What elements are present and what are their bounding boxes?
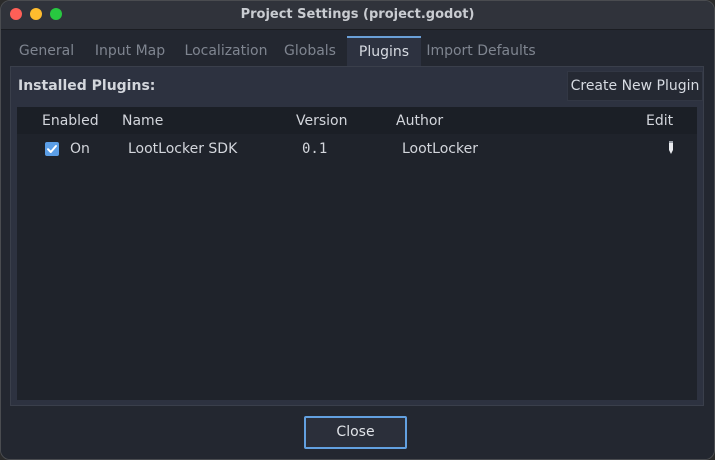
column-edit[interactable]: Edit xyxy=(646,113,673,129)
tab-globals[interactable]: Globals xyxy=(277,36,343,66)
title-bar: Project Settings (project.godot) xyxy=(1,1,714,30)
tab-input-map[interactable]: Input Map xyxy=(85,36,175,66)
tab-plugins[interactable]: Plugins xyxy=(347,36,421,66)
close-button[interactable]: Close xyxy=(304,416,407,449)
plugin-author: LootLocker xyxy=(402,141,478,157)
plugin-name: LootLocker SDK xyxy=(128,141,238,157)
project-settings-window: Project Settings (project.godot) General… xyxy=(0,0,715,460)
dialog-footer: Close xyxy=(1,406,714,459)
tab-import-defaults[interactable]: Import Defaults xyxy=(423,36,539,66)
create-new-plugin-button[interactable]: Create New Plugin xyxy=(567,71,703,101)
tab-general[interactable]: General xyxy=(10,36,83,66)
tab-localization[interactable]: Localization xyxy=(176,36,276,66)
plugin-version: 0.1 xyxy=(302,141,328,157)
plugins-list: Enabled Name Version Author Edit On Loot… xyxy=(17,107,697,400)
plugin-row[interactable]: On LootLocker SDK 0.1 LootLocker xyxy=(17,134,697,164)
installed-plugins-title: Installed Plugins: xyxy=(18,78,156,94)
enabled-checkbox[interactable] xyxy=(45,142,59,156)
plugins-list-header: Enabled Name Version Author Edit xyxy=(17,107,697,134)
column-version[interactable]: Version xyxy=(296,113,347,129)
checkmark-icon xyxy=(47,145,57,153)
column-name[interactable]: Name xyxy=(122,113,163,129)
plugins-panel: Installed Plugins: Create New Plugin Ena… xyxy=(10,66,704,406)
enabled-label: On xyxy=(70,141,90,157)
pencil-icon[interactable] xyxy=(665,140,677,156)
settings-tabs: General Input Map Localization Globals P… xyxy=(10,36,705,66)
window-title: Project Settings (project.godot) xyxy=(240,7,475,22)
column-author[interactable]: Author xyxy=(396,113,443,129)
column-enabled[interactable]: Enabled xyxy=(42,113,99,129)
